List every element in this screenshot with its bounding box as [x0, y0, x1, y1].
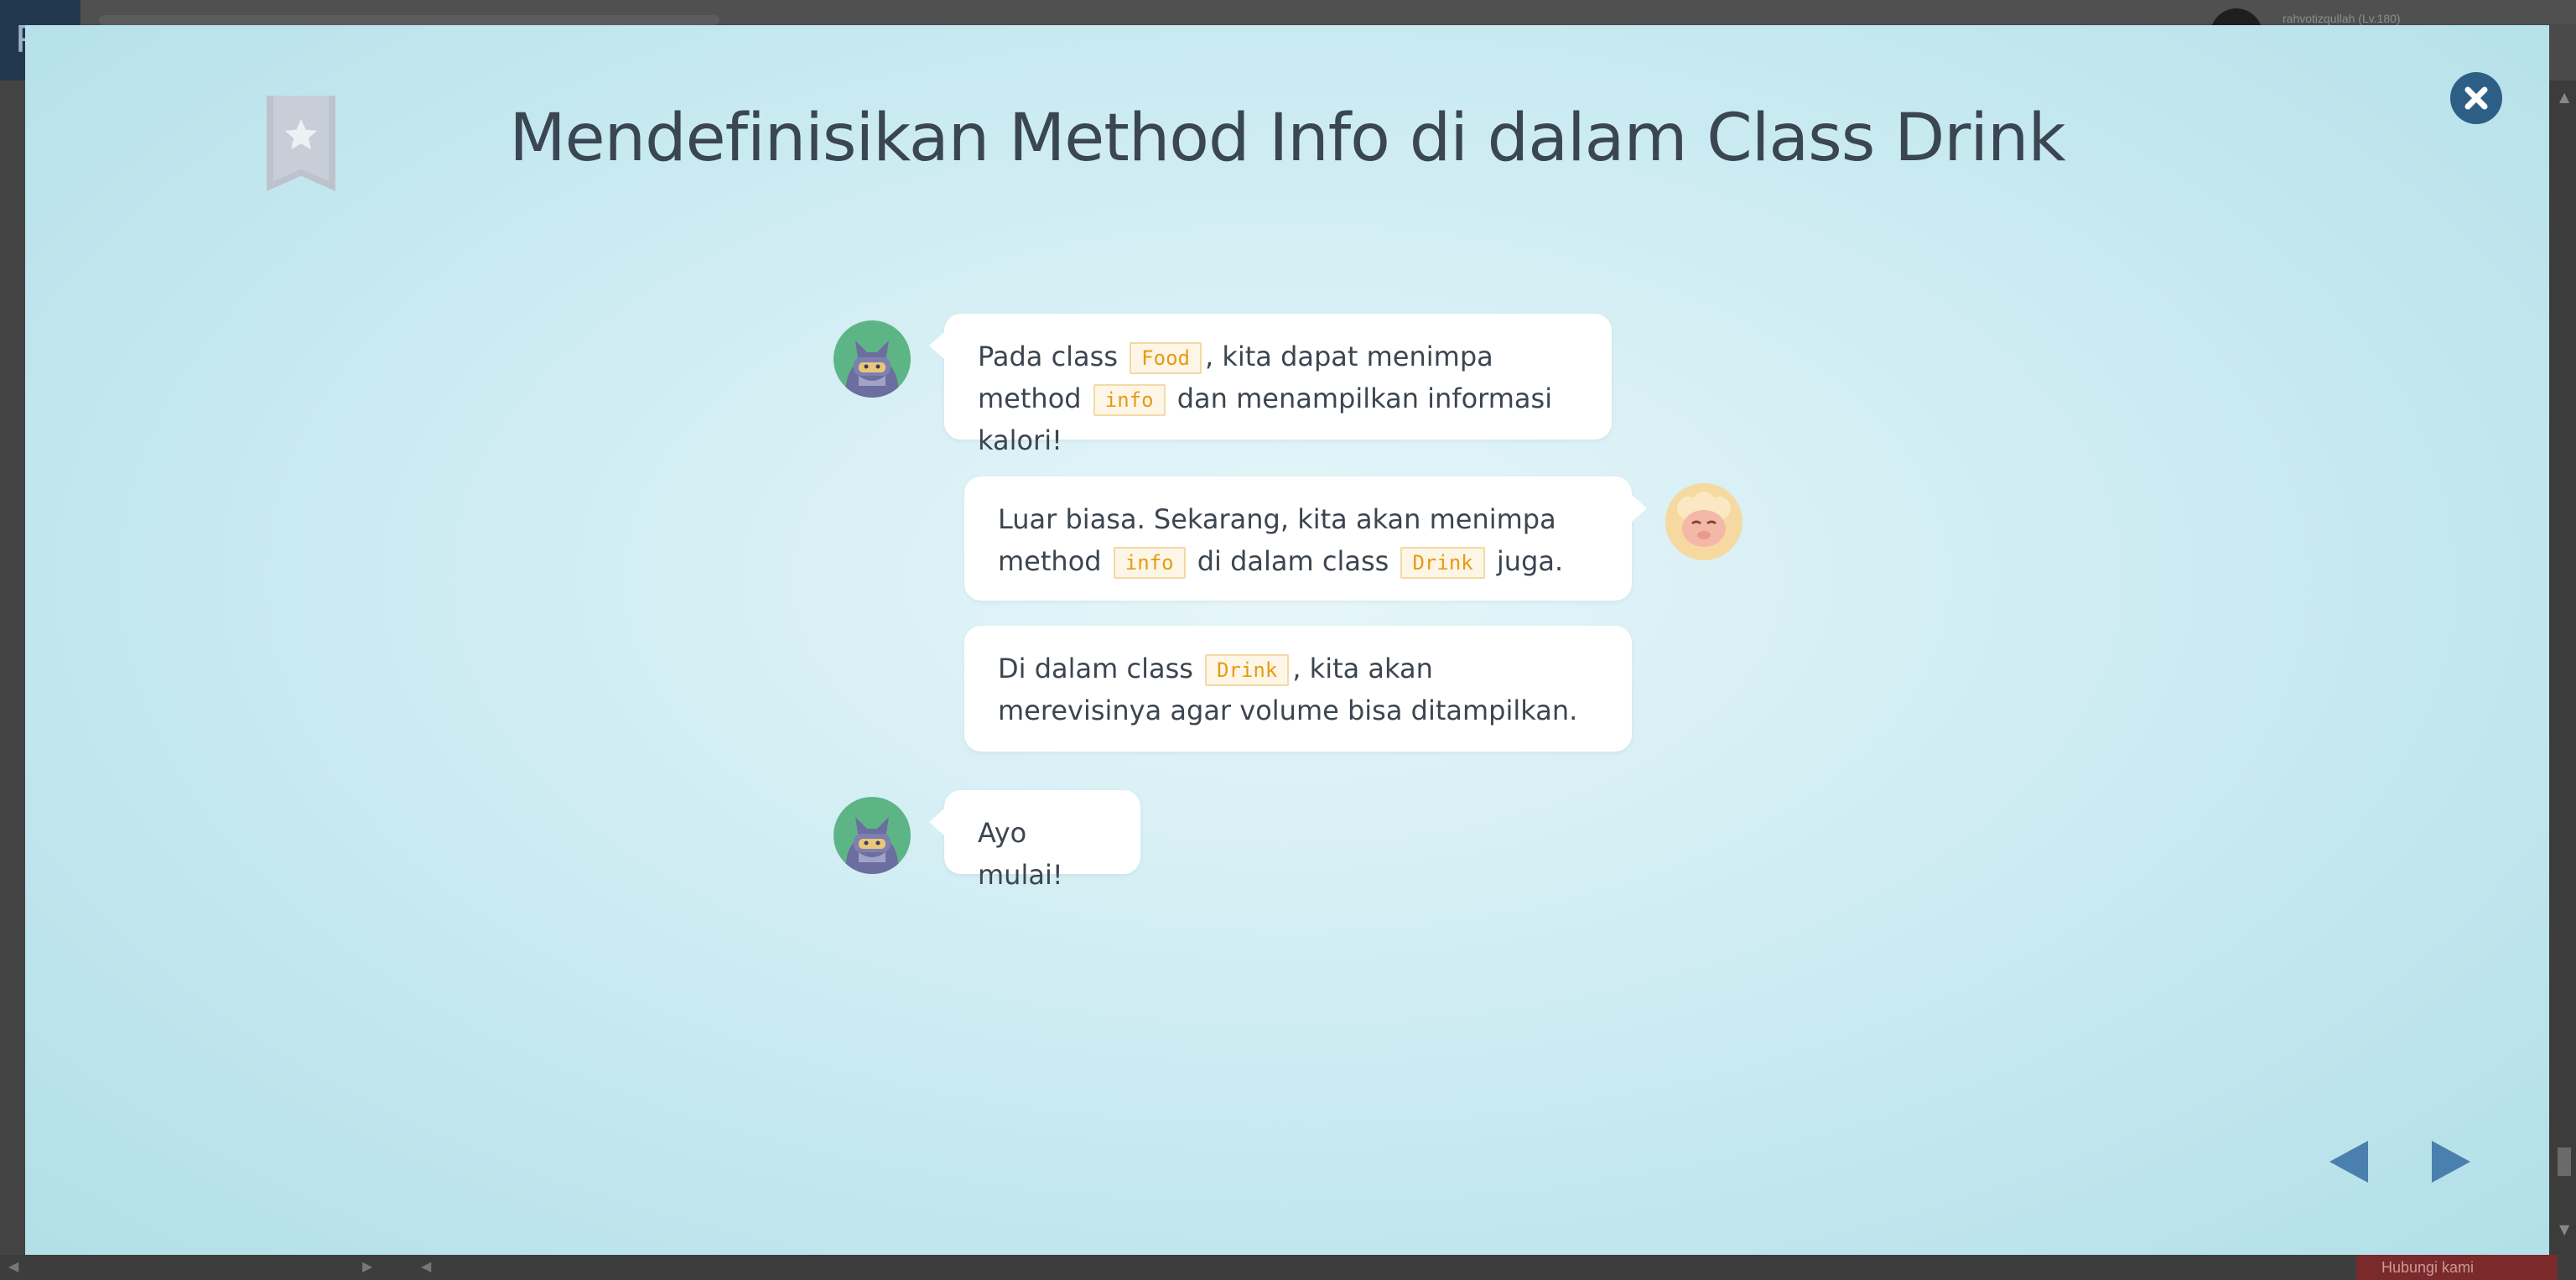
- scroll-right-icon[interactable]: ▶: [362, 1258, 372, 1274]
- bubble-tail: [929, 332, 944, 359]
- background-search-bar: [99, 15, 719, 25]
- scroll-left-icon[interactable]: ◀: [8, 1258, 18, 1274]
- sheep-avatar: [1665, 483, 1742, 560]
- message-text: Ayo mulai!: [978, 817, 1063, 891]
- message-text: Pada class: [978, 341, 1127, 372]
- chat-bubble: Luar biasa. Sekarang, kita akan menimpa …: [964, 476, 1647, 601]
- previous-button[interactable]: [2328, 1139, 2370, 1188]
- bubble-tail: [1632, 495, 1647, 522]
- code-token: info: [1113, 547, 1186, 579]
- code-token: info: [1093, 384, 1166, 416]
- chat-bubble: Di dalam class Drink, kita akan merevisi…: [964, 626, 1632, 752]
- scroll-left-icon[interactable]: ◀: [421, 1258, 431, 1274]
- scroll-up-icon[interactable]: ▲: [2559, 89, 2569, 105]
- bubble-tail: [929, 809, 944, 835]
- message-text: juga.: [1488, 545, 1564, 577]
- lesson-title: Mendefinisikan Method Info di dalam Clas…: [509, 101, 2065, 176]
- lesson-modal: Mendefinisikan Method Info di dalam Clas…: [25, 25, 2549, 1255]
- next-button[interactable]: [2430, 1139, 2472, 1188]
- message-text: Di dalam class: [998, 653, 1202, 684]
- code-token: Food: [1130, 342, 1202, 374]
- background-user-label: rahvotizqullah (Lv.180): [2283, 12, 2401, 25]
- code-token: Drink: [1205, 654, 1290, 686]
- close-icon: [2464, 86, 2488, 110]
- ninja-cat-avatar: [834, 797, 911, 874]
- triangle-right-icon: [2432, 1141, 2470, 1183]
- background-left-rail: [0, 81, 25, 1263]
- ninja-cat-avatar: [834, 320, 911, 398]
- contact-us-button[interactable]: Hubungi kami: [2356, 1255, 2558, 1280]
- chat-bubble: Ayo mulai!: [929, 790, 1140, 891]
- chat-bubble: Pada class Food, kita dapat menimpa meth…: [929, 314, 1612, 456]
- background-bottom-bar: ◀ ▶ ◀ Hubungi kami: [0, 1255, 2576, 1280]
- scroll-down-icon[interactable]: ▼: [2559, 1221, 2569, 1237]
- background-scrollbar[interactable]: ▲ ▼: [2549, 81, 2576, 1263]
- close-button[interactable]: [2450, 72, 2502, 124]
- code-token: Drink: [1400, 547, 1485, 579]
- scrollbar-thumb[interactable]: [2558, 1147, 2571, 1176]
- message-text: di dalam class: [1188, 545, 1398, 577]
- triangle-left-icon: [2329, 1141, 2368, 1183]
